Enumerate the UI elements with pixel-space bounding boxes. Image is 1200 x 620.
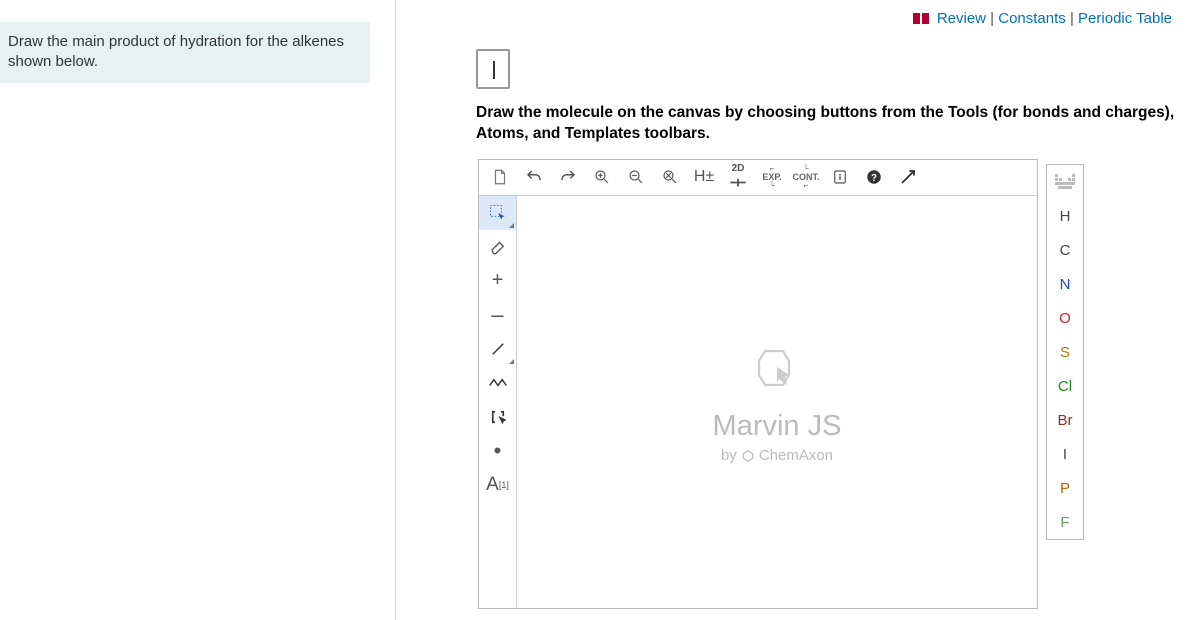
periodic-table-button[interactable] xyxy=(1047,165,1083,199)
hydrogen-toggle-button[interactable]: H± xyxy=(689,163,719,191)
zoom-reset-button[interactable] xyxy=(655,163,685,191)
link-separator: | xyxy=(1070,10,1078,27)
redo-button[interactable] xyxy=(553,163,583,191)
atom-C-button[interactable]: C xyxy=(1047,233,1083,267)
contract-button[interactable]: └CONT.⌐ xyxy=(791,163,821,191)
undo-button[interactable] xyxy=(519,163,549,191)
editor-toolbar-top: H± 2D ⌐EXP.└ └CONT.⌐ ? xyxy=(479,160,1037,196)
svg-text:?: ? xyxy=(871,173,877,184)
atom-F-button[interactable]: F xyxy=(1047,505,1083,539)
structure-placeholder-icon xyxy=(476,49,510,89)
atom-N-button[interactable]: N xyxy=(1047,267,1083,301)
zoom-in-button[interactable] xyxy=(587,163,617,191)
single-bond-button[interactable] xyxy=(479,332,516,366)
info-button[interactable] xyxy=(825,163,855,191)
question-prompt: Draw the main product of hydration for t… xyxy=(0,22,370,83)
periodic-table-link[interactable]: Periodic Table xyxy=(1078,10,1172,27)
chain-tool-button[interactable] xyxy=(479,366,516,400)
submenu-indicator-icon xyxy=(509,223,514,228)
atom-H-button[interactable]: H xyxy=(1047,199,1083,233)
bracket-tool-button[interactable] xyxy=(479,400,516,434)
new-document-button[interactable] xyxy=(485,163,515,191)
drawing-canvas[interactable]: Marvin JS by ChemAxon xyxy=(517,196,1037,608)
molecule-editor: H± 2D ⌐EXP.└ └CONT.⌐ ? xyxy=(478,159,1038,609)
review-link[interactable]: Review xyxy=(937,10,986,27)
top-links: Review | Constants | Periodic Table xyxy=(396,0,1190,27)
marvin-logo-icon xyxy=(747,339,807,404)
instruction-text: Draw the molecule on the canvas by choos… xyxy=(476,103,1176,145)
erase-tool-button[interactable] xyxy=(479,230,516,264)
view-2d-button[interactable]: 2D xyxy=(723,163,753,191)
atom-P-button[interactable]: P xyxy=(1047,471,1083,505)
radical-button[interactable]: • xyxy=(479,434,516,468)
atom-toolbar: H C N O S Cl Br I P F xyxy=(1046,164,1084,540)
zoom-out-button[interactable] xyxy=(621,163,651,191)
atom-Cl-button[interactable]: Cl xyxy=(1047,369,1083,403)
atom-I-button[interactable]: I xyxy=(1047,437,1083,471)
help-button[interactable]: ? xyxy=(859,163,889,191)
selection-tool-button[interactable] xyxy=(479,196,516,230)
atom-S-button[interactable]: S xyxy=(1047,335,1083,369)
atom-Br-button[interactable]: Br xyxy=(1047,403,1083,437)
flag-icon xyxy=(913,11,929,22)
charge-plus-button[interactable]: + xyxy=(479,264,516,298)
charge-minus-button[interactable]: – xyxy=(479,298,516,332)
editor-toolbar-left: + – • A[1] xyxy=(479,196,517,608)
atom-map-button[interactable]: A[1] xyxy=(479,468,516,502)
brand-name: Marvin JS xyxy=(713,410,842,443)
fullscreen-button[interactable] xyxy=(893,163,923,191)
expand-button[interactable]: ⌐EXP.└ xyxy=(757,163,787,191)
brand-subtitle: by ChemAxon xyxy=(721,447,833,464)
submenu-indicator-icon xyxy=(509,359,514,364)
constants-link[interactable]: Constants xyxy=(998,10,1066,27)
atom-O-button[interactable]: O xyxy=(1047,301,1083,335)
